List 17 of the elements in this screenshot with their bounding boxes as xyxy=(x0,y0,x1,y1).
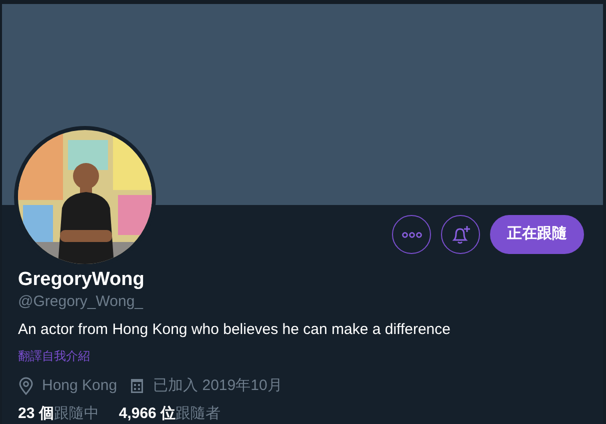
notification-button[interactable] xyxy=(441,215,480,254)
bell-plus-icon xyxy=(450,224,472,246)
stat-count: 23 個 xyxy=(18,404,54,424)
more-button[interactable] xyxy=(392,215,431,254)
translate-link[interactable]: 翻譯自我介紹 xyxy=(18,349,90,363)
join-date: 已加入 2019年10月 xyxy=(153,376,282,396)
location-pin-icon xyxy=(18,377,34,395)
calendar-icon xyxy=(129,378,146,394)
stat-label[interactable]: 跟隨中 xyxy=(54,404,99,424)
handle: @Gregory_Wong_ xyxy=(18,292,144,312)
display-name: GregoryWong xyxy=(18,268,146,292)
stat-label[interactable]: 跟隨者 xyxy=(176,404,221,424)
stat-count: 4,966 位 xyxy=(118,404,176,424)
location: Hong Kong xyxy=(42,376,118,396)
bio: An actor from Hong Kong who believes he can make a difference xyxy=(18,320,452,340)
following-button[interactable]: 正在跟隨 xyxy=(490,215,584,254)
more-icon xyxy=(402,232,422,238)
